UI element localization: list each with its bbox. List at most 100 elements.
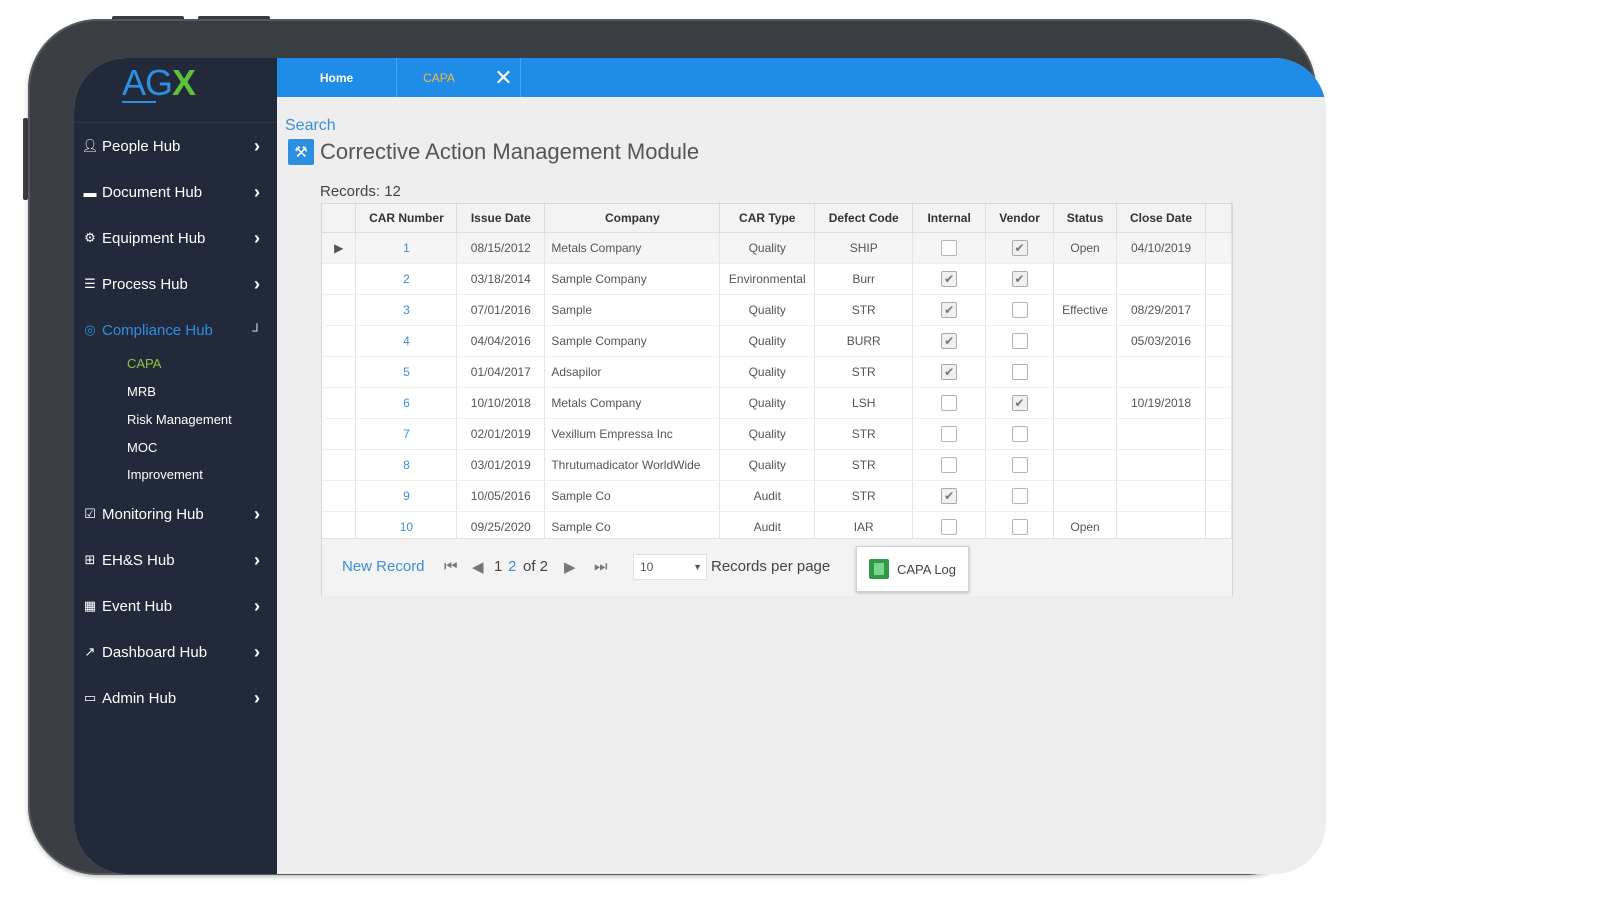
sidebar-subitem-risk-management[interactable]: Risk Management <box>127 412 232 432</box>
column-header-internal[interactable]: Internal <box>912 204 987 233</box>
car-number-link[interactable]: 5 <box>355 356 458 388</box>
search-link[interactable]: Search <box>285 117 336 135</box>
internal-checkbox[interactable] <box>941 518 958 535</box>
table-row[interactable]: 6 10/10/2018 Metals Company Quality LSH ✔ 10/1… <box>322 387 1233 419</box>
new-record-link[interactable]: New Record <box>342 558 425 575</box>
table-row[interactable]: 5 01/04/2017 Adsapilor Quality STR ✔ <box>322 356 1233 388</box>
car-number-link[interactable]: 6 <box>355 387 458 419</box>
vendor-checkbox[interactable]: ✔ <box>1011 239 1028 256</box>
column-header-vendor[interactable]: Vendor <box>985 204 1055 233</box>
vendor-checkbox[interactable] <box>1011 518 1028 535</box>
row-spacer <box>1205 232 1233 264</box>
close-date-cell: 04/10/2019 <box>1116 232 1206 264</box>
internal-checkbox[interactable] <box>941 394 958 411</box>
column-header-car-type[interactable]: CAR Type <box>719 204 816 233</box>
table-row[interactable]: 2 03/18/2014 Sample Company Environmental Bu… <box>322 263 1233 295</box>
vendor-checkbox[interactable] <box>1011 425 1028 442</box>
table-row[interactable]: ▶ 1 08/15/2012 Metals Company Quality SHIP ✔ Op… <box>322 232 1233 264</box>
sidebar-item-process-hub[interactable]: ☰ Process Hub › <box>74 266 277 302</box>
car-number-link[interactable]: 7 <box>355 418 458 450</box>
tab-capa[interactable]: CAPA <box>397 58 481 97</box>
car-number-link[interactable]: 1 <box>355 232 458 264</box>
row-selector[interactable] <box>322 418 357 450</box>
vendor-checkbox[interactable] <box>1011 301 1028 318</box>
car-number-link[interactable]: 8 <box>355 449 458 481</box>
table-row[interactable]: 9 10/05/2016 Sample Co Audit STR ✔ <box>322 480 1233 512</box>
car-number-link[interactable]: 2 <box>355 263 458 295</box>
last-page-icon[interactable]: ⏭︎ <box>594 558 608 575</box>
sidebar-item-equipment-hub[interactable]: ⚙ Equipment Hub › <box>74 220 277 256</box>
internal-checkbox[interactable]: ✔ <box>941 332 958 349</box>
car-number-link[interactable]: 9 <box>355 480 458 512</box>
grid-pager: New Record ⏮︎ ◀︎ 1 2 of 2 ▶︎ ⏭︎ 10 ▼ Rec… <box>322 538 1232 596</box>
agx-logo[interactable]: AGX <box>122 62 196 118</box>
sidebar-item-document-hub[interactable]: ▬ Document Hub › <box>74 174 277 210</box>
close-tab-icon[interactable]: ✕ <box>487 58 521 97</box>
column-header-issue-date[interactable]: Issue Date <box>456 204 546 233</box>
table-row[interactable]: 8 03/01/2019 Thrutumadicator WorldWide Qual… <box>322 449 1233 481</box>
capa-log-button[interactable]: CAPA Log <box>856 546 969 592</box>
row-selector[interactable] <box>322 480 357 512</box>
records-per-page-label: Records per page <box>711 558 831 575</box>
sidebar-item-event-hub[interactable]: ▦ Event Hub › <box>74 588 277 624</box>
sidebar-item-admin-hub[interactable]: ▭ Admin Hub › <box>74 680 277 716</box>
row-selector[interactable] <box>322 263 357 295</box>
status-cell <box>1053 418 1118 450</box>
internal-checkbox[interactable] <box>941 425 958 442</box>
table-row[interactable]: 3 07/01/2016 Sample Quality STR ✔ Effective 08/… <box>322 294 1233 326</box>
sidebar-subitem-moc[interactable]: MOC <box>127 440 157 460</box>
sidebar-subitem-improvement[interactable]: Improvement <box>127 467 203 487</box>
internal-checkbox[interactable]: ✔ <box>941 301 958 318</box>
page-link-2[interactable]: 2 <box>508 558 516 575</box>
row-selector[interactable]: ▶ <box>322 232 357 264</box>
sidebar-item-monitoring-hub[interactable]: ☑ Monitoring Hub › <box>74 496 277 532</box>
vendor-checkbox[interactable]: ✔ <box>1011 270 1028 287</box>
first-page-icon[interactable]: ⏮︎ <box>444 558 458 575</box>
car-number-link[interactable]: 4 <box>355 325 458 357</box>
vendor-checkbox[interactable] <box>1011 332 1028 349</box>
list-icon: ☰ <box>84 276 96 291</box>
sidebar-item-label: Monitoring Hub <box>102 505 204 523</box>
car-type-cell: Quality <box>719 294 816 326</box>
vendor-cell: ✔ <box>985 263 1055 295</box>
row-selector[interactable] <box>322 325 357 357</box>
row-selector[interactable] <box>322 356 357 388</box>
row-selector[interactable] <box>322 387 357 419</box>
prev-page-icon[interactable]: ◀︎ <box>472 558 484 576</box>
table-row[interactable]: 7 02/01/2019 Vexillum Empressa Inc Quality S… <box>322 418 1233 450</box>
internal-checkbox[interactable]: ✔ <box>941 487 958 504</box>
sidebar-item-compliance-hub[interactable]: ◎ Compliance Hub ┘ <box>74 312 277 348</box>
row-selector[interactable] <box>322 294 357 326</box>
sidebar-item-ehs-hub[interactable]: ⊞ EH&S Hub › <box>74 542 277 578</box>
column-header-status[interactable]: Status <box>1053 204 1118 233</box>
internal-checkbox[interactable] <box>941 456 958 473</box>
internal-checkbox[interactable] <box>941 239 958 256</box>
spreadsheet-icon <box>868 559 889 579</box>
close-date-cell: 08/29/2017 <box>1116 294 1206 326</box>
table-row[interactable]: 4 04/04/2016 Sample Company Quality BURR ✔ 05/… <box>322 325 1233 357</box>
column-header-close-date[interactable]: Close Date <box>1116 204 1206 233</box>
car-number-link[interactable]: 3 <box>355 294 458 326</box>
vendor-checkbox[interactable]: ✔ <box>1011 394 1028 411</box>
column-header-company[interactable]: Company <box>544 204 721 233</box>
column-header-car-number[interactable]: CAR Number <box>355 204 458 233</box>
issue-date-cell: 01/04/2017 <box>456 356 546 388</box>
sidebar-item-people-hub[interactable]: 👤︎ People Hub › <box>74 128 277 164</box>
column-header-defect-code[interactable]: Defect Code <box>814 204 914 233</box>
vendor-checkbox[interactable] <box>1011 487 1028 504</box>
records-per-page-select[interactable]: 10 ▼ <box>633 554 707 580</box>
internal-checkbox[interactable]: ✔ <box>941 363 958 380</box>
vendor-checkbox[interactable] <box>1011 363 1028 380</box>
vendor-checkbox[interactable] <box>1011 456 1028 473</box>
internal-checkbox[interactable]: ✔ <box>941 270 958 287</box>
next-page-icon[interactable]: ▶︎ <box>564 558 576 576</box>
sidebar-item-label: Process Hub <box>102 275 188 293</box>
sidebar-item-dashboard-hub[interactable]: ↗ Dashboard Hub › <box>74 634 277 670</box>
logo-underline <box>122 101 156 103</box>
row-selector[interactable] <box>322 449 357 481</box>
sidebar-subitem-mrb[interactable]: MRB <box>127 384 156 404</box>
sidebar-item-label: Event Hub <box>102 597 173 615</box>
sidebar-subitem-capa[interactable]: CAPA <box>127 356 161 376</box>
page-of-label: of 2 <box>523 558 549 575</box>
tab-home[interactable]: Home <box>277 58 397 97</box>
